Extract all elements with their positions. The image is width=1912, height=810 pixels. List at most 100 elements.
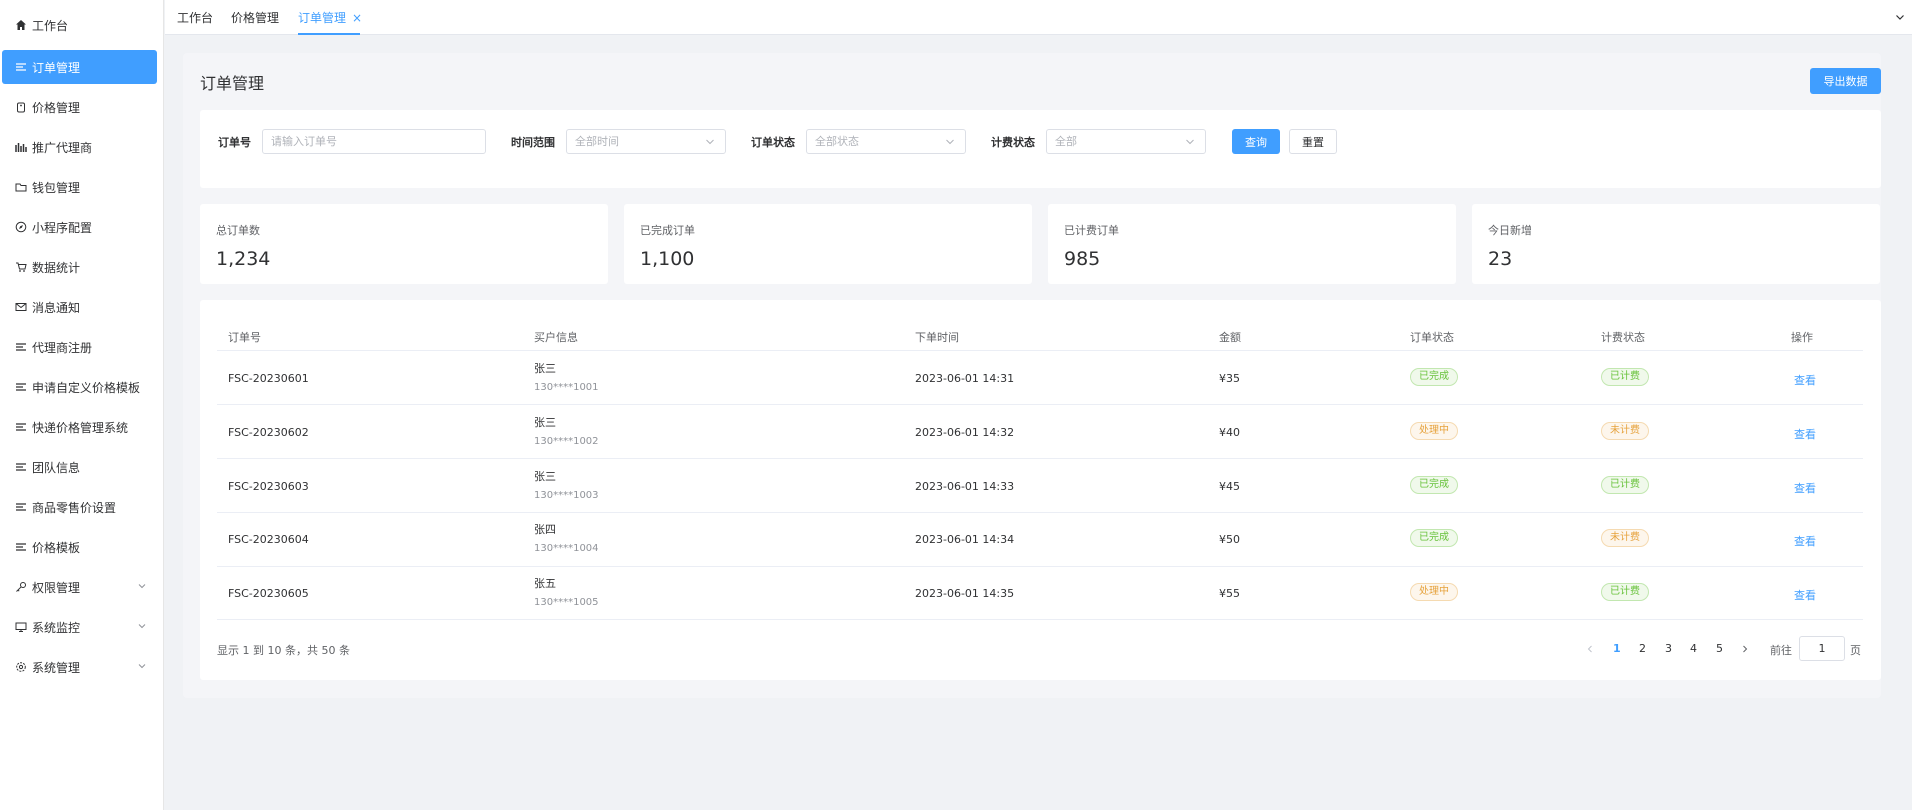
billing-status-value: 全部 [1055, 135, 1077, 148]
reset-button[interactable]: 重置 [1289, 129, 1337, 154]
column-header: 计费状态 [1601, 331, 1645, 344]
sidebar-item-agents[interactable]: 推广代理商 [2, 130, 157, 164]
sidebar-item-label: 数据统计 [32, 260, 81, 275]
sidebar-item-pricing[interactable]: 价格管理 [2, 90, 157, 124]
order-time: 2023-06-01 14:34 [915, 533, 1015, 546]
stat-value: 985 [1064, 248, 1101, 270]
list-icon [14, 380, 28, 394]
order-status-value: 全部状态 [815, 135, 859, 148]
list-icon [14, 500, 28, 514]
view-link[interactable]: 查看 [1794, 426, 1816, 442]
order-no: FSC-20230605 [228, 587, 309, 600]
sidebar-item-label: 团队信息 [32, 460, 81, 475]
billing-badge: 已计费 [1601, 368, 1649, 386]
tab-label: 价格管理 [231, 11, 280, 25]
status-badge: 处理中 [1410, 583, 1458, 601]
sidebar-item-statistics[interactable]: 数据统计 [2, 250, 157, 284]
buyer-phone: 130****1003 [534, 490, 599, 501]
sidebar-item-custom-template[interactable]: 申请自定义价格模板 [2, 370, 157, 404]
cart-icon [14, 260, 28, 274]
page-1[interactable]: 1 [1613, 642, 1621, 655]
order-time: 2023-06-01 14:32 [915, 426, 1015, 439]
row-divider [217, 404, 1863, 405]
sidebar-item-agent-register[interactable]: 代理商注册 [2, 330, 157, 364]
page-4[interactable]: 4 [1690, 642, 1697, 655]
stat-label: 已完成订单 [640, 224, 695, 237]
order-time: 2023-06-01 14:35 [915, 587, 1015, 600]
chevron-down-icon [138, 584, 146, 589]
row-divider [217, 512, 1863, 513]
sidebar-item-messages[interactable]: 消息通知 [2, 290, 157, 324]
sidebar-item-monitor[interactable]: 系统监控 [2, 610, 157, 644]
sidebar-item-label: 代理商注册 [32, 340, 93, 355]
list-icon [14, 340, 28, 354]
stat-card-today: 今日新增 23 [1472, 204, 1880, 284]
billing-badge: 已计费 [1601, 583, 1649, 601]
time-range-value: 全部时间 [575, 135, 619, 148]
sidebar-item-label: 系统监控 [32, 620, 81, 635]
stat-label: 总订单数 [216, 224, 260, 237]
chevron-right-icon[interactable] [1740, 644, 1750, 654]
goto-page-input[interactable] [1799, 636, 1845, 661]
sidebar-item-label: 消息通知 [32, 300, 81, 315]
order-no-input[interactable] [262, 129, 486, 154]
sidebar-item-dashboard[interactable]: 工作台 [2, 8, 157, 42]
row-divider [217, 350, 1863, 351]
tab-label: 工作台 [177, 11, 214, 25]
sidebar-item-express-pricing[interactable]: 快递价格管理系统 [2, 410, 157, 444]
order-amount: ¥45 [1219, 480, 1240, 493]
page-2[interactable]: 2 [1639, 642, 1646, 655]
chart-icon [14, 140, 28, 154]
sidebar-item-orders[interactable]: 订单管理 [2, 50, 157, 84]
list-icon [14, 460, 28, 474]
chevron-down-icon [138, 624, 146, 629]
column-header: 买户信息 [534, 331, 578, 344]
sidebar-item-label: 权限管理 [32, 580, 81, 595]
stat-value: 1,100 [640, 248, 695, 270]
view-link[interactable]: 查看 [1794, 372, 1816, 388]
stat-card-completed: 已完成订单 1,100 [624, 204, 1032, 284]
export-button[interactable]: 导出数据 [1810, 68, 1881, 94]
order-status-select[interactable]: 全部状态 [806, 129, 966, 154]
view-link[interactable]: 查看 [1794, 480, 1816, 496]
stat-card-billed: 已计费订单 985 [1048, 204, 1456, 284]
buyer-name: 张四 [534, 523, 556, 536]
gear-icon [14, 660, 28, 674]
sidebar-item-retail-price[interactable]: 商品零售价设置 [2, 490, 157, 524]
tab-bar: 工作台 价格管理 订单管理 × [165, 0, 1912, 35]
close-icon[interactable]: × [352, 11, 362, 25]
column-header: 操作 [1791, 331, 1813, 344]
goto-label: 前往 [1770, 644, 1792, 657]
status-badge: 已完成 [1410, 368, 1458, 386]
sidebar-item-team[interactable]: 团队信息 [2, 450, 157, 484]
sidebar-item-system[interactable]: 系统管理 [2, 650, 157, 684]
sidebar-item-wallet[interactable]: 钱包管理 [2, 170, 157, 204]
search-button[interactable]: 查询 [1232, 129, 1280, 154]
chevron-left-icon[interactable] [1585, 644, 1595, 654]
page-3[interactable]: 3 [1665, 642, 1672, 655]
view-link[interactable]: 查看 [1794, 587, 1816, 603]
buyer-name: 张三 [534, 416, 556, 429]
chevron-down-icon[interactable] [1894, 11, 1906, 23]
tab-pricing[interactable]: 价格管理 [231, 8, 279, 35]
sidebar-item-price-template[interactable]: 价格模板 [2, 530, 157, 564]
billing-badge: 未计费 [1601, 529, 1649, 547]
tag-icon [14, 100, 28, 114]
buyer-phone: 130****1001 [534, 382, 599, 393]
time-range-select[interactable]: 全部时间 [566, 129, 726, 154]
order-no: FSC-20230603 [228, 480, 309, 493]
stat-value: 23 [1488, 248, 1513, 270]
billing-status-select[interactable]: 全部 [1046, 129, 1206, 154]
sidebar-item-miniapp[interactable]: 小程序配置 [2, 210, 157, 244]
monitor-icon [14, 620, 28, 634]
order-amount: ¥40 [1219, 426, 1240, 439]
tab-orders[interactable]: 订单管理 × [298, 8, 362, 35]
view-link[interactable]: 查看 [1794, 533, 1816, 549]
page-5[interactable]: 5 [1716, 642, 1723, 655]
buyer-phone: 130****1005 [534, 597, 599, 608]
tab-dashboard[interactable]: 工作台 [177, 8, 213, 35]
page-title: 订单管理 [200, 74, 265, 93]
column-header: 下单时间 [915, 331, 959, 344]
column-header: 订单状态 [1410, 331, 1454, 344]
sidebar-item-permissions[interactable]: 权限管理 [2, 570, 157, 604]
